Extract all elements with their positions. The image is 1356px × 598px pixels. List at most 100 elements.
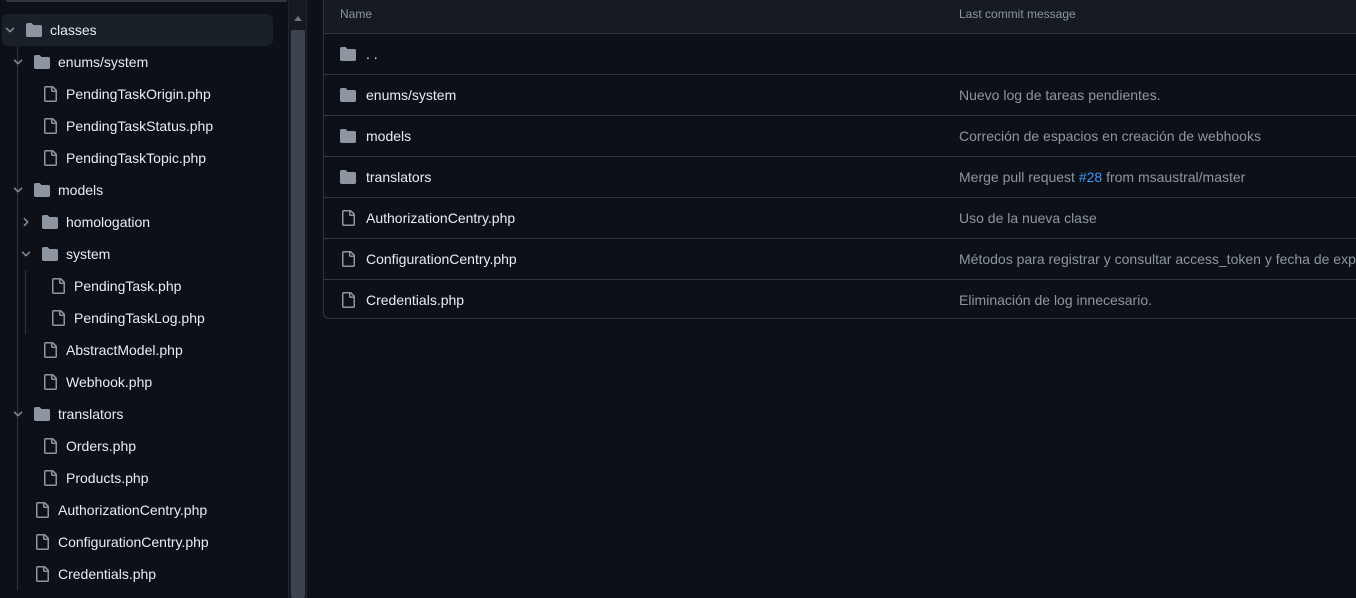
tree-file-item[interactable]: AuthorizationCentry.php — [0, 494, 288, 526]
tree-folder-item[interactable]: enums/system — [0, 46, 288, 78]
tree-item-label: PendingTaskStatus.php — [66, 118, 214, 134]
tree-file-item[interactable]: AbstractModel.php — [0, 334, 288, 366]
table-row[interactable]: AuthorizationCentry.php Uso de la nueva c… — [324, 198, 1356, 239]
pane-divider[interactable] — [306, 0, 307, 598]
tree-item-label: PendingTask.php — [74, 278, 182, 294]
folder-icon — [34, 406, 50, 422]
tree-item-label: system — [66, 246, 111, 262]
file-icon — [42, 374, 58, 390]
tree-item-label: AuthorizationCentry.php — [58, 502, 208, 518]
tree-file-item[interactable]: Orders.php — [0, 430, 288, 462]
folder-icon — [26, 22, 42, 38]
folder-icon — [340, 169, 356, 185]
tree-item-label: PendingTaskLog.php — [74, 310, 205, 326]
tree-item-label: PendingTaskOrigin.php — [66, 86, 211, 102]
file-icon — [50, 310, 66, 326]
folder-icon — [42, 214, 58, 230]
tree-file-item[interactable]: Webhook.php — [0, 366, 288, 398]
column-header-commit-message: Last commit message — [959, 7, 1076, 21]
table-header: Name Last commit message — [324, 0, 1356, 34]
column-header-name: Name — [340, 7, 373, 21]
row-commit-message[interactable]: Eliminación de log innecesario. — [959, 292, 1152, 308]
tree-file-item[interactable]: ConfigurationCentry.php — [0, 526, 288, 558]
chevron-down-icon[interactable] — [20, 248, 32, 260]
file-icon — [42, 86, 58, 102]
row-name-link[interactable]: ConfigurationCentry.php — [366, 251, 517, 267]
tree-file-item[interactable]: PendingTaskOrigin.php — [0, 78, 288, 110]
file-icon — [42, 150, 58, 166]
tree-item-label: translators — [58, 406, 124, 422]
scroll-thumb[interactable] — [291, 30, 305, 598]
commit-message-text[interactable]: Merge pull request — [959, 169, 1079, 185]
chevron-down-icon[interactable] — [12, 56, 24, 68]
file-icon — [34, 534, 50, 550]
row-name-link[interactable]: . . — [366, 46, 378, 62]
folder-icon — [34, 182, 50, 198]
folder-icon — [34, 54, 50, 70]
chevron-down-icon[interactable] — [4, 24, 16, 36]
file-tree-sidebar: classes enums/system PendingTaskOrigin.php… — [0, 0, 288, 598]
sidebar-filter-edge — [6, 0, 287, 2]
tree-folder-item[interactable]: classes — [2, 14, 273, 46]
chevron-down-icon[interactable] — [12, 184, 24, 196]
chevron-right-icon[interactable] — [20, 216, 32, 228]
row-commit-message[interactable]: Nuevo log de tareas pendientes. — [959, 87, 1161, 103]
folder-icon — [42, 246, 58, 262]
table-row[interactable]: enums/system Nuevo log de tareas pendient… — [324, 75, 1356, 116]
tree-item-label: enums/system — [58, 54, 149, 70]
file-icon — [340, 251, 356, 267]
file-icon — [340, 292, 356, 308]
tree-file-item[interactable]: PendingTaskTopic.php — [0, 142, 288, 174]
table-row[interactable]: Credentials.php Eliminación de log innece… — [324, 280, 1356, 318]
tree-item-label: Orders.php — [66, 438, 137, 454]
file-icon — [42, 118, 58, 134]
row-name-link[interactable]: translators — [366, 169, 431, 185]
commit-message-text[interactable]: from msaustral/master — [1102, 169, 1245, 185]
tree-file-item[interactable]: Credentials.php — [0, 558, 288, 590]
chevron-down-icon[interactable] — [12, 408, 24, 420]
tree-folder-item[interactable]: homologation — [0, 206, 288, 238]
tree-file-item[interactable]: Products.php — [0, 462, 288, 494]
folder-icon — [340, 46, 356, 62]
parent-directory-row[interactable]: . . — [324, 34, 1356, 75]
table-row[interactable]: ConfigurationCentry.php Métodos para regi… — [324, 239, 1356, 280]
row-name-link[interactable]: enums/system — [366, 87, 456, 103]
app-window: classes enums/system PendingTaskOrigin.php… — [0, 0, 1356, 598]
folder-icon — [340, 128, 356, 144]
folder-icon — [340, 87, 356, 103]
tree-item-label: Credentials.php — [58, 566, 157, 582]
tree-file-item[interactable]: PendingTaskStatus.php — [0, 110, 288, 142]
table-row[interactable]: translators Merge pull request #28 from m… — [324, 157, 1356, 198]
row-commit-message[interactable]: Merge pull request #28 from msaustral/ma… — [959, 169, 1245, 185]
file-icon — [340, 210, 356, 226]
row-name-link[interactable]: AuthorizationCentry.php — [366, 210, 515, 226]
pull-request-link[interactable]: #28 — [1079, 169, 1102, 185]
scroll-up-arrow-icon[interactable] — [294, 16, 302, 21]
tree-scrollbar[interactable] — [288, 0, 306, 598]
tree-item-label: PendingTaskTopic.php — [66, 150, 207, 166]
file-icon — [42, 342, 58, 358]
tree-folder-item[interactable]: models — [0, 174, 288, 206]
file-icon — [34, 502, 50, 518]
tree-item-label: ConfigurationCentry.php — [58, 534, 209, 550]
tree-file-item[interactable]: PendingTask.php — [0, 270, 288, 302]
tree-folder-item[interactable]: system — [0, 238, 288, 270]
tree-folder-item[interactable]: translators — [0, 398, 288, 430]
row-commit-message[interactable]: Uso de la nueva clase — [959, 210, 1097, 226]
tree-file-item[interactable]: PendingTaskLog.php — [0, 302, 288, 334]
file-listing-table: Name Last commit message . . enums/system… — [323, 0, 1356, 319]
tree-item-label: Webhook.php — [66, 374, 153, 390]
file-icon — [42, 438, 58, 454]
row-name-link[interactable]: Credentials.php — [366, 292, 464, 308]
row-commit-message[interactable]: Correción de espacios en creación de web… — [959, 128, 1261, 144]
tree-item-label: models — [58, 182, 104, 198]
row-commit-message[interactable]: Métodos para registrar y consultar acces… — [959, 251, 1356, 267]
tree-item-label: Products.php — [66, 470, 149, 486]
table-row[interactable]: models Correción de espacios en creación … — [324, 116, 1356, 157]
row-name-link[interactable]: models — [366, 128, 411, 144]
file-icon — [34, 566, 50, 582]
tree-item-label: classes — [50, 22, 97, 38]
tree-item-label: AbstractModel.php — [66, 342, 183, 358]
file-icon — [42, 470, 58, 486]
tree-item-label: homologation — [66, 214, 151, 230]
